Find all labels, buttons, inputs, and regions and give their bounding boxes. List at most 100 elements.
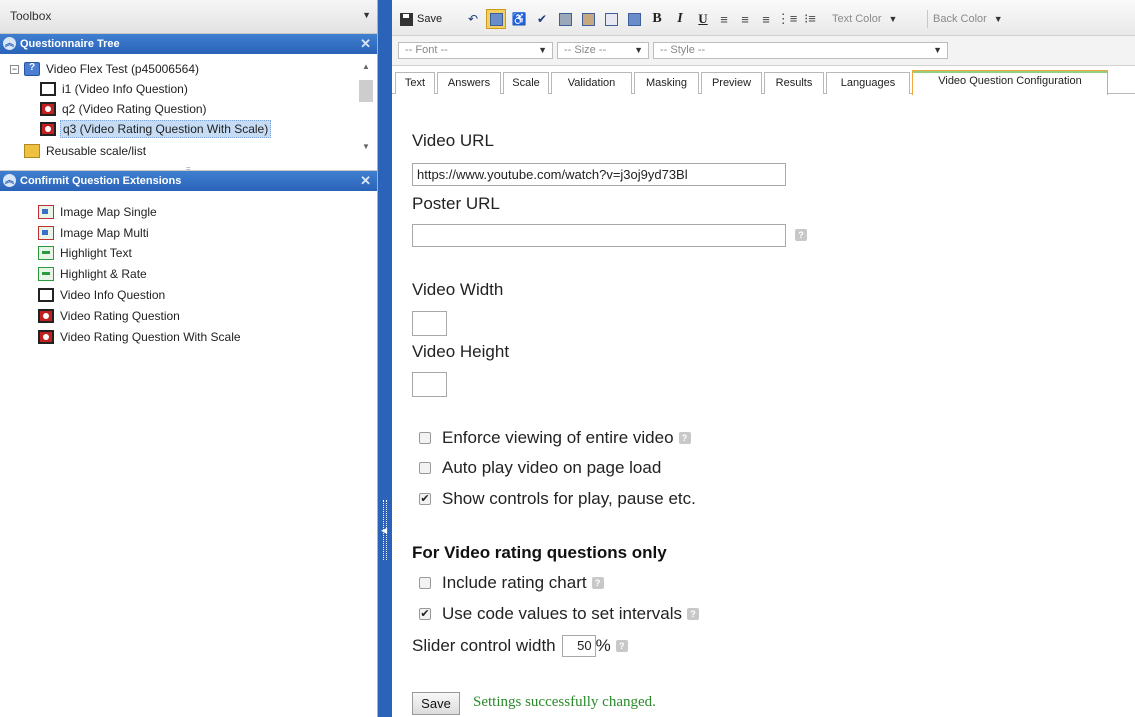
tab-text[interactable]: Text — [395, 72, 435, 94]
collapse-node-icon[interactable]: − — [10, 64, 19, 74]
size-select[interactable]: -- Size -- ▼ — [557, 42, 649, 59]
tree-scrollbar[interactable]: ▲ ▼ — [359, 58, 373, 166]
show-controls-row[interactable]: ✔ Show controls for play, pause etc. — [419, 489, 696, 509]
align-left-icon: ≡ — [720, 11, 728, 27]
scroll-thumb[interactable] — [359, 80, 373, 102]
video-width-input[interactable] — [412, 311, 447, 336]
close-icon[interactable]: ✕ — [360, 36, 371, 52]
tab-masking[interactable]: Masking — [634, 72, 699, 94]
video-height-label: Video Height — [412, 342, 510, 361]
print-button[interactable] — [555, 9, 575, 29]
print-icon — [558, 12, 572, 26]
undo-button[interactable]: ↶ — [463, 9, 483, 29]
extension-video-rating-scale[interactable]: Video Rating Question With Scale — [38, 328, 243, 346]
paste-text-button[interactable] — [601, 9, 621, 29]
slider-width-input[interactable]: 50 — [561, 635, 596, 657]
insert-media-button[interactable]: ♿ — [509, 9, 529, 29]
tree-item-label: q3 (Video Rating Question With Scale) — [60, 120, 272, 138]
help-icon[interactable]: ? — [615, 640, 628, 652]
tab-video-question-configuration[interactable]: Video Question Configuration — [912, 70, 1108, 95]
collapse-icon[interactable]: ︽ — [3, 37, 16, 50]
rating-section-title: For Video rating questions only — [412, 543, 667, 562]
toolbox-header[interactable]: Toolbox ▼ — [0, 0, 377, 34]
paste-button[interactable] — [578, 9, 598, 29]
poster-url-input[interactable] — [412, 224, 786, 247]
rating-chart-row[interactable]: Include rating chart ? — [419, 573, 604, 593]
underline-button[interactable]: U — [693, 9, 713, 29]
toolbox-dropdown-icon[interactable]: ▼ — [362, 10, 371, 20]
collapse-left-icon[interactable]: ◀ — [381, 526, 387, 535]
tree-item-reusable[interactable]: Reusable scale/list — [24, 142, 148, 160]
help-icon[interactable]: ? — [591, 577, 604, 589]
align-center-button[interactable]: ≡ — [735, 9, 755, 29]
spellcheck-button[interactable]: ✔ — [532, 9, 552, 29]
align-right-button[interactable]: ≡ — [756, 9, 776, 29]
slider-width-unit: % — [595, 636, 611, 655]
extension-video-rating[interactable]: Video Rating Question — [38, 307, 182, 325]
save-button[interactable]: Save — [412, 692, 460, 715]
chevron-down-icon: ▼ — [933, 45, 942, 55]
paste-word-button[interactable] — [624, 9, 644, 29]
highlight-rate-icon — [38, 267, 54, 281]
tree-root[interactable]: − Video Flex Test (p45006564) — [10, 60, 201, 78]
show-controls-checkbox[interactable]: ✔ — [419, 493, 431, 505]
extension-image-map-single[interactable]: Image Map Single — [38, 203, 159, 221]
close-icon[interactable]: ✕ — [360, 173, 371, 189]
back-color-dropdown[interactable]: Back Color ▼ — [933, 9, 1003, 29]
video-config-form: Video URL Poster URL ? Video Width Video… — [392, 95, 1135, 717]
align-center-icon: ≡ — [741, 11, 749, 27]
tab-preview[interactable]: Preview — [701, 72, 762, 94]
tree-item-q3[interactable]: q3 (Video Rating Question With Scale) — [40, 120, 272, 138]
video-rating-icon — [40, 102, 56, 116]
extension-highlight-text[interactable]: Highlight Text — [38, 244, 134, 262]
video-info-icon — [38, 288, 54, 302]
slider-width-label: Slider control width — [412, 636, 556, 655]
rating-chart-checkbox[interactable] — [419, 577, 431, 589]
tab-validation[interactable]: Validation — [551, 72, 632, 94]
toolbox-title: Toolbox — [10, 9, 52, 23]
autoplay-checkbox[interactable] — [419, 462, 431, 474]
style-select[interactable]: -- Style -- ▼ — [653, 42, 948, 59]
enforce-viewing-checkbox[interactable] — [419, 432, 431, 444]
scroll-down-icon[interactable]: ▼ — [362, 142, 370, 151]
extension-label: Highlight & Rate — [60, 267, 147, 281]
ordered-list-button[interactable]: ⋮≡ — [777, 9, 798, 29]
extension-label: Video Rating Question — [60, 309, 180, 323]
extension-image-map-multi[interactable]: Image Map Multi — [38, 224, 151, 242]
source-view-button[interactable] — [486, 9, 506, 29]
italic-button[interactable]: I — [670, 9, 690, 29]
autoplay-row[interactable]: Auto play video on page load — [419, 458, 661, 478]
tree-item-q2[interactable]: q2 (Video Rating Question) — [40, 100, 209, 118]
extension-label: Highlight Text — [60, 246, 132, 260]
code-values-row[interactable]: ✔ Use code values to set intervals ? — [419, 604, 700, 624]
save-toolbar-label: Save — [417, 13, 443, 25]
help-icon[interactable]: ? — [678, 432, 691, 444]
tab-answers[interactable]: Answers — [437, 72, 501, 94]
style-select-value: -- Style -- — [660, 44, 706, 56]
help-icon[interactable]: ? — [687, 608, 700, 620]
code-values-checkbox[interactable]: ✔ — [419, 608, 431, 620]
extension-highlight-rate[interactable]: Highlight & Rate — [38, 265, 149, 283]
help-icon[interactable]: ? — [795, 229, 807, 241]
tab-languages[interactable]: Languages — [826, 72, 910, 94]
scroll-up-icon[interactable]: ▲ — [362, 62, 370, 71]
code-values-label: Use code values to set intervals — [442, 604, 683, 623]
extension-label: Image Map Single — [60, 205, 157, 219]
text-color-dropdown[interactable]: Text Color ▼ — [832, 9, 897, 29]
questionnaire-tree: − Video Flex Test (p45006564) i1 (Video … — [0, 54, 377, 173]
unordered-list-button[interactable]: ⁝≡ — [800, 9, 820, 29]
enforce-viewing-row[interactable]: Enforce viewing of entire video ? — [419, 428, 691, 448]
extension-video-info[interactable]: Video Info Question — [38, 286, 167, 304]
vertical-splitter[interactable]: ◀ — [378, 0, 392, 717]
save-toolbar-button[interactable]: Save — [400, 9, 442, 29]
collapse-icon[interactable]: ︽ — [3, 174, 16, 187]
align-left-button[interactable]: ≡ — [714, 9, 734, 29]
video-height-input[interactable] — [412, 372, 447, 397]
tab-scale[interactable]: Scale — [503, 72, 549, 94]
tree-item-i1[interactable]: i1 (Video Info Question) — [40, 80, 190, 98]
font-select[interactable]: -- Font -- ▼ — [398, 42, 553, 59]
bold-button[interactable]: B — [647, 9, 667, 29]
chevron-down-icon: ▼ — [993, 14, 1003, 24]
tab-results[interactable]: Results — [764, 72, 824, 94]
video-url-input[interactable] — [412, 163, 786, 186]
